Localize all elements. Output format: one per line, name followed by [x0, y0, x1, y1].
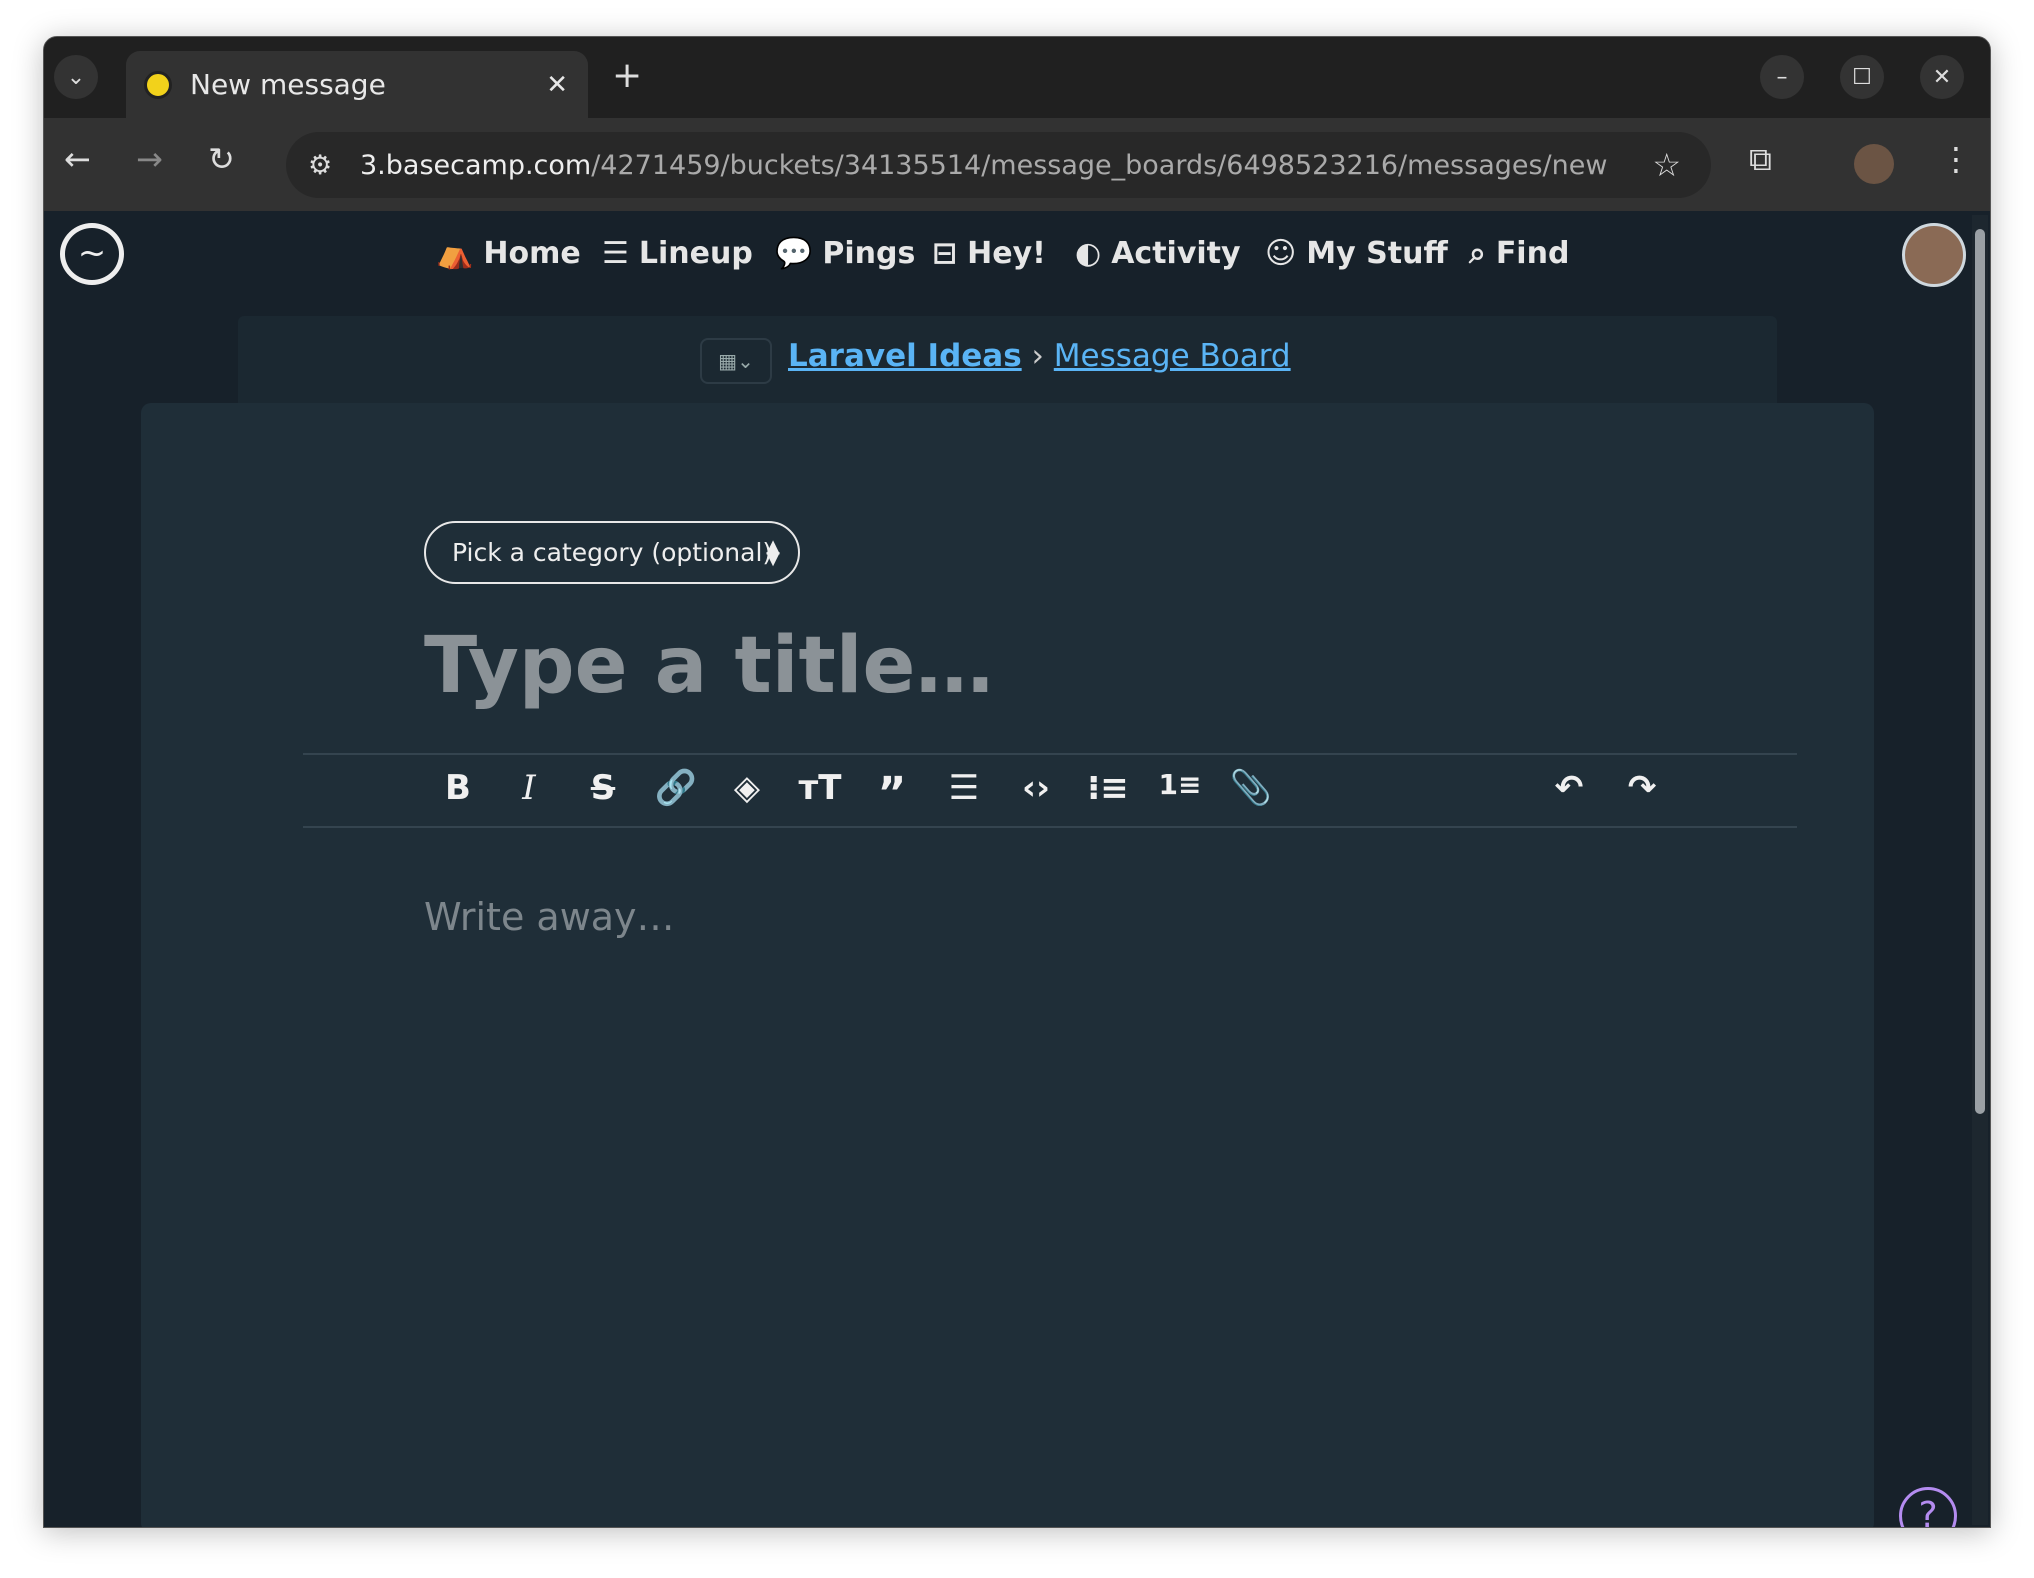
- inbox-icon: ⊟: [932, 236, 958, 271]
- tab-new-message[interactable]: New message ✕: [126, 51, 588, 118]
- nav-find[interactable]: ⌕ Find: [1469, 236, 1569, 271]
- attach-icon[interactable]: 📎: [1226, 768, 1276, 808]
- site-settings-icon[interactable]: ⚙: [308, 150, 332, 181]
- toolbar-bottom-divider: [303, 826, 1797, 828]
- title-input[interactable]: Type a title…: [424, 621, 993, 711]
- activity-icon: ◐: [1075, 236, 1102, 271]
- bullet-list-icon[interactable]: ⁝≡: [1083, 768, 1133, 808]
- tab-title: New message: [190, 68, 386, 101]
- message-form: Pick a category (optional) ▲ ▼ Type a titl…: [141, 403, 1874, 1527]
- lineup-icon: ☰: [602, 236, 629, 271]
- basecamp-favicon-icon: [144, 70, 172, 99]
- quote-icon[interactable]: ”: [867, 768, 917, 819]
- extensions-icon[interactable]: ⧉: [1749, 140, 1772, 179]
- scrollbar[interactable]: [1972, 215, 1988, 1525]
- url-path: /4271459/buckets/34135514/message_boards…: [591, 149, 1608, 181]
- nav-activity[interactable]: ◐ Activity: [1075, 236, 1241, 271]
- highlight-icon[interactable]: ◈: [722, 768, 772, 808]
- code-icon[interactable]: ‹›: [1011, 768, 1061, 808]
- numbered-list-icon[interactable]: 1≡: [1155, 768, 1205, 801]
- browser-toolbar: ← → ↻ ⚙ 3.basecamp.com/4271459/buckets/3…: [44, 118, 1990, 211]
- close-window-button[interactable]: ✕: [1920, 55, 1964, 99]
- category-select[interactable]: Pick a category (optional) ▲ ▼: [424, 521, 800, 584]
- profile-avatar[interactable]: [1854, 144, 1894, 184]
- tab-search-button[interactable]: ⌄: [54, 55, 98, 99]
- breadcrumb-project-link[interactable]: Laravel Ideas: [788, 338, 1022, 374]
- select-arrows-icon: ▲ ▼: [766, 535, 780, 569]
- url-host: 3.basecamp.com: [360, 149, 592, 181]
- nav-lineup[interactable]: ☰ Lineup: [602, 236, 753, 271]
- project-switcher-icon[interactable]: ▦⌄: [700, 338, 772, 384]
- breadcrumb: ▦⌄ Laravel Ideas › Message Board: [238, 316, 1777, 406]
- strikethrough-icon[interactable]: S: [578, 768, 628, 808]
- nav-home[interactable]: ⛺ Home: [436, 236, 581, 271]
- minimize-button[interactable]: –: [1760, 55, 1804, 99]
- tab-bar: ⌄ New message ✕ + – ☐ ✕: [44, 37, 1990, 118]
- basecamp-page: ~ ⛺ Home ☰ Lineup 💬 Pings ⊟ Hey! ◐ Activity ☺…: [44, 211, 1990, 1527]
- pings-icon: 💬: [775, 236, 813, 271]
- link-icon[interactable]: 🔗: [651, 768, 701, 808]
- undo-icon[interactable]: ↶: [1544, 768, 1594, 808]
- home-icon: ⛺: [436, 236, 474, 271]
- smile-icon: ☺: [1265, 236, 1297, 271]
- new-tab-button[interactable]: +: [612, 55, 642, 96]
- breadcrumb-separator: ›: [1031, 338, 1044, 374]
- close-tab-icon[interactable]: ✕: [546, 70, 568, 100]
- help-button[interactable]: ?: [1899, 1487, 1957, 1527]
- nav-hey[interactable]: ⊟ Hey!: [932, 236, 1046, 271]
- breadcrumb-board-link[interactable]: Message Board: [1054, 338, 1291, 374]
- browser-window: ⌄ New message ✕ + – ☐ ✕ ← → ↻ ⚙ 3.baseca…: [43, 36, 1991, 1528]
- maximize-button[interactable]: ☐: [1840, 55, 1884, 99]
- menu-icon[interactable]: ⋮: [1940, 140, 1972, 178]
- back-icon[interactable]: ←: [64, 140, 91, 178]
- heading-icon[interactable]: ᴛT: [795, 768, 845, 808]
- divider-icon[interactable]: ☰: [939, 768, 989, 808]
- redo-icon[interactable]: ↷: [1617, 768, 1667, 808]
- italic-icon[interactable]: I: [504, 768, 554, 808]
- nav-my-stuff[interactable]: ☺ My Stuff: [1265, 236, 1448, 271]
- forward-icon[interactable]: →: [136, 140, 163, 178]
- toolbar-top-divider: [303, 753, 1797, 755]
- body-editor[interactable]: Write away…: [424, 895, 675, 939]
- scrollbar-thumb[interactable]: [1975, 229, 1985, 1114]
- bookmark-star-icon[interactable]: ☆: [1652, 146, 1681, 184]
- bold-icon[interactable]: B: [433, 768, 483, 808]
- reload-icon[interactable]: ↻: [208, 140, 235, 178]
- address-bar[interactable]: ⚙ 3.basecamp.com/4271459/buckets/3413551…: [286, 132, 1711, 198]
- user-avatar[interactable]: [1902, 223, 1966, 287]
- nav-pings[interactable]: 💬 Pings: [775, 236, 915, 271]
- basecamp-logo-icon[interactable]: ~: [60, 223, 124, 285]
- search-icon: ⌕: [1469, 236, 1486, 271]
